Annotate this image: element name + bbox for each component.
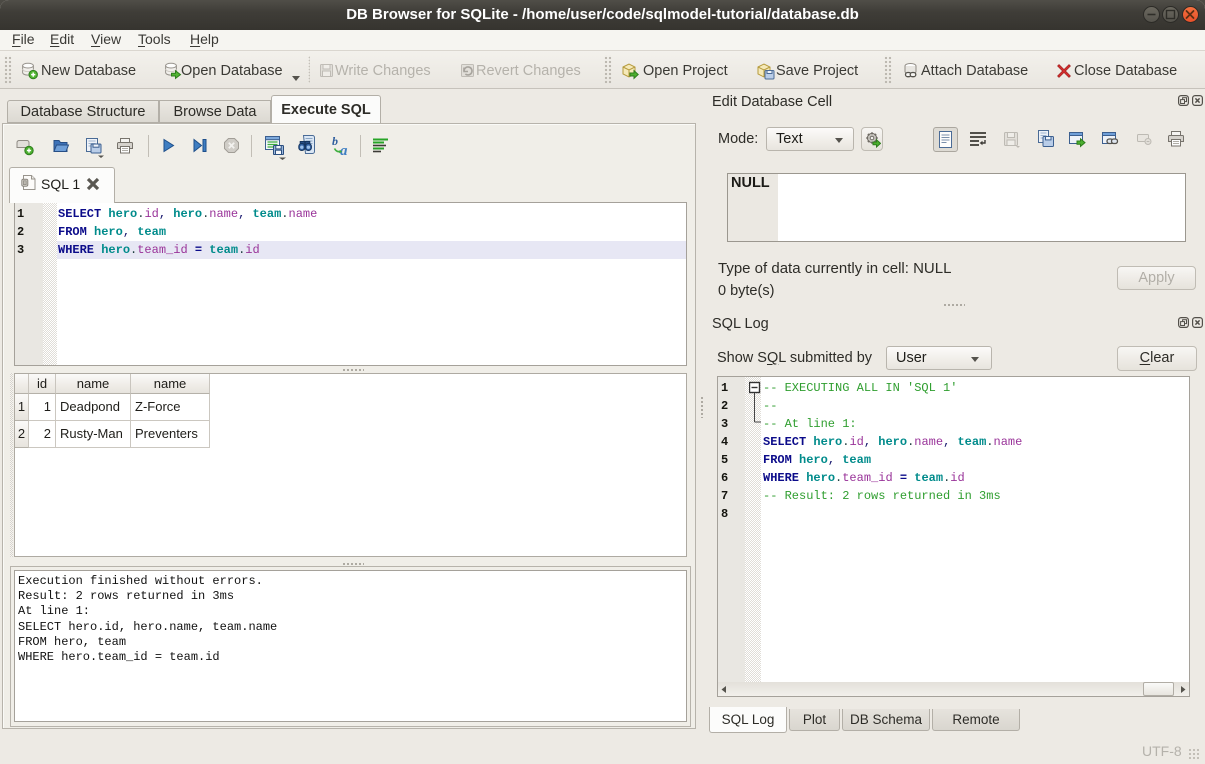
svg-text:a: a (340, 143, 348, 158)
svg-text:b: b (332, 134, 338, 148)
